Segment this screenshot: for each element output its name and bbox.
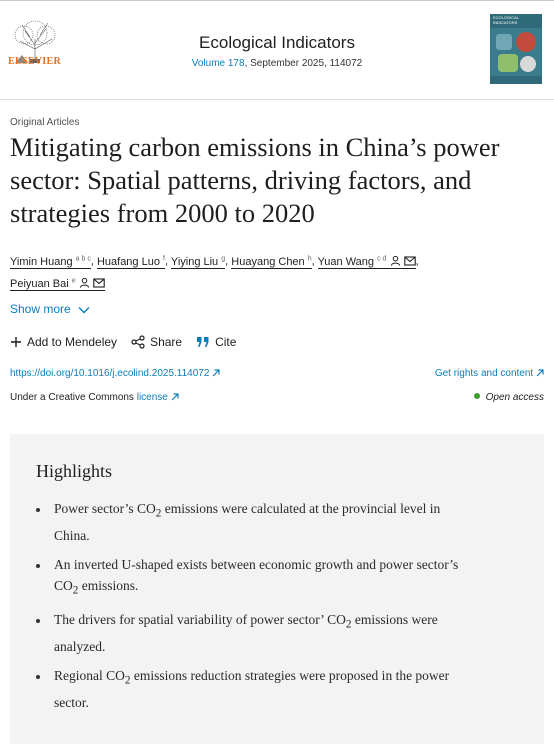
cover-title: ECOLOGICAL INDICATORS — [493, 15, 519, 25]
author-affiliation: g — [221, 255, 226, 262]
bullet-icon — [36, 619, 40, 623]
external-link-icon — [212, 369, 220, 377]
person-icon — [79, 278, 89, 289]
highlight-text: The drivers for spatial variability of p… — [54, 612, 346, 627]
bullet-icon — [36, 508, 40, 512]
journal-title[interactable]: Ecological Indicators — [0, 33, 554, 53]
author-link[interactable]: Yiying Liu g — [170, 255, 226, 269]
author-link[interactable]: Huafang Luo f — [96, 255, 165, 269]
highlight-item: An inverted U-shaped exists between econ… — [54, 554, 474, 602]
top-border — [0, 0, 554, 1]
external-link-icon — [536, 369, 544, 377]
quote-icon — [197, 337, 209, 347]
plus-icon — [11, 337, 21, 347]
cite-label: Cite — [215, 335, 237, 349]
license-link[interactable]: license — [137, 392, 168, 403]
author-list: Yimin Huang a b c, Huafang Luo f, Yiying… — [10, 255, 419, 292]
journal-cover[interactable]: ECOLOGICAL INDICATORS — [490, 14, 542, 84]
header-divider — [0, 99, 554, 100]
person-icon — [390, 255, 400, 266]
highlight-text: emissions. — [78, 578, 139, 593]
open-access-dot-icon — [473, 393, 480, 399]
author-affiliation: f — [163, 255, 165, 262]
author-name: Yiying Liu — [170, 255, 219, 268]
rights-text: Get rights and content — [434, 368, 534, 379]
show-more-button[interactable]: Show more — [10, 302, 90, 316]
share-button[interactable]: Share — [131, 335, 182, 349]
mendeley-label: Add to Mendeley — [27, 335, 118, 349]
highlight-item: Power sector’s CO2 emissions were calcul… — [54, 498, 474, 546]
license-line: Under a Creative Commons license — [10, 392, 179, 403]
highlights-heading: Highlights — [36, 461, 113, 481]
article-actions: Add to Mendeley Share Cite — [10, 335, 236, 349]
issue-info: Volume 178, September 2025, 114072 — [0, 58, 554, 69]
article-title: Mitigating carbon emissions in China’s p… — [10, 132, 500, 228]
issue-details: , September 2025, 114072 — [244, 58, 363, 69]
author-link[interactable]: Huayang Chen h — [231, 255, 312, 269]
share-icon — [131, 335, 145, 349]
cite-button[interactable]: Cite — [196, 335, 236, 349]
doi-link[interactable]: https://doi.org/10.1016/j.ecolind.2025.1… — [10, 368, 220, 379]
author-name: Yimin Huang — [10, 255, 73, 268]
author-name: Peiyuan Bai — [10, 278, 69, 291]
add-to-mendeley-button[interactable]: Add to Mendeley — [10, 335, 117, 349]
author-affiliation: a b c — [75, 255, 91, 262]
open-access-label: Open access — [485, 392, 544, 403]
volume-link[interactable]: Volume 178 — [192, 58, 245, 69]
bullet-icon — [36, 675, 40, 679]
author-name: Yuan Wang — [317, 255, 375, 268]
share-label: Share — [150, 335, 183, 349]
author-affiliation: c d — [377, 255, 387, 262]
author-name: Huayang Chen — [231, 255, 305, 268]
author-affiliation: e — [71, 277, 76, 285]
bullet-icon — [36, 564, 40, 568]
highlight-item: The drivers for spatial variability of p… — [54, 609, 474, 657]
open-access-badge: Open access — [473, 392, 544, 403]
email-icon — [403, 256, 416, 266]
author-link[interactable]: Yuan Wang c d — [317, 255, 416, 269]
author-name: Huafang Luo — [96, 255, 160, 268]
article-section-label: Original Articles — [10, 117, 80, 128]
license-prefix: Under a Creative Commons — [10, 392, 137, 403]
author-link[interactable]: Yimin Huang a b c — [10, 255, 91, 269]
rights-link[interactable]: Get rights and content — [435, 368, 544, 379]
highlight-text: Regional CO — [54, 668, 125, 683]
show-more-label: Show more — [10, 302, 71, 316]
chevron-down-icon — [78, 306, 90, 314]
author-affiliation: h — [307, 255, 312, 262]
email-icon — [93, 278, 105, 288]
highlight-item: Regional CO2 emissions reduction strateg… — [54, 665, 474, 713]
highlight-text: Power sector’s CO — [54, 501, 156, 516]
external-link-icon — [171, 393, 179, 401]
author-link[interactable]: Peiyuan Bai e — [10, 277, 105, 292]
doi-text: https://doi.org/10.1016/j.ecolind.2025.1… — [10, 368, 210, 379]
